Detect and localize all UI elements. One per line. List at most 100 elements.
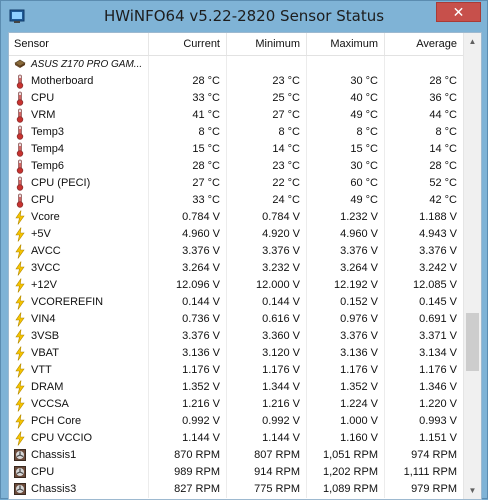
scroll-thumb[interactable] (466, 313, 479, 371)
column-header-average[interactable]: Average (385, 33, 464, 55)
average-value: 0.691 V (385, 311, 464, 328)
maximum-value: 12.192 V (307, 277, 385, 294)
current-value: 4.960 V (149, 226, 227, 243)
maximum-value: 3.136 V (307, 345, 385, 362)
column-header-maximum[interactable]: Maximum (307, 33, 385, 55)
maximum-value: 4.960 V (307, 226, 385, 243)
current-value: 12.096 V (149, 277, 227, 294)
average-value: 4.943 V (385, 226, 464, 243)
sensor-name: Temp3 (9, 124, 149, 141)
sensor-row[interactable]: Temp6 28 °C 23 °C 30 °C 28 °C (9, 158, 464, 175)
maximum-value: 1.232 V (307, 209, 385, 226)
window-title: HWiNFO64 v5.22-2820 Sensor Status (103, 7, 385, 25)
sensor-name: ASUS Z170 PRO GAM... (9, 56, 149, 73)
sensor-row[interactable]: CPU VCCIO 1.144 V 1.144 V 1.160 V 1.151 V (9, 430, 464, 447)
maximum-value: 30 °C (307, 73, 385, 90)
sensor-row[interactable]: Temp3 8 °C 8 °C 8 °C 8 °C (9, 124, 464, 141)
sensor-name: VBAT (9, 345, 149, 362)
current-value: 989 RPM (149, 464, 227, 481)
sensor-name: VRM (9, 107, 149, 124)
scroll-down-button[interactable]: ▼ (464, 482, 481, 499)
average-value: 28 °C (385, 158, 464, 175)
average-value: 28 °C (385, 73, 464, 90)
sensor-row[interactable]: +5V 4.960 V 4.920 V 4.960 V 4.943 V (9, 226, 464, 243)
current-value: 41 °C (149, 107, 227, 124)
title-bar[interactable]: HWiNFO64 v5.22-2820 Sensor Status ✕ (1, 1, 487, 31)
current-value: 870 RPM (149, 447, 227, 464)
sensor-row[interactable]: CPU 989 RPM 914 RPM 1,202 RPM 1,111 RPM (9, 464, 464, 481)
maximum-value: 3.376 V (307, 328, 385, 345)
sensor-name: Chassis1 (9, 447, 149, 464)
minimum-value (227, 56, 307, 73)
sensor-row[interactable]: VIN4 0.736 V 0.616 V 0.976 V 0.691 V (9, 311, 464, 328)
sensor-row[interactable]: VCOREREFIN 0.144 V 0.144 V 0.152 V 0.145 V (9, 294, 464, 311)
sensor-row[interactable]: 3VCC 3.264 V 3.232 V 3.264 V 3.242 V (9, 260, 464, 277)
column-header-minimum[interactable]: Minimum (227, 33, 307, 55)
sensor-row[interactable]: CPU (PECI) 27 °C 22 °C 60 °C 52 °C (9, 175, 464, 192)
average-value: 44 °C (385, 107, 464, 124)
average-value: 42 °C (385, 192, 464, 209)
minimum-value: 0.992 V (227, 413, 307, 430)
sensor-row[interactable]: Vcore 0.784 V 0.784 V 1.232 V 1.188 V (9, 209, 464, 226)
maximum-value: 1.224 V (307, 396, 385, 413)
average-value: 979 RPM (385, 481, 464, 498)
sensor-name: Temp6 (9, 158, 149, 175)
maximum-value: 40 °C (307, 90, 385, 107)
sensor-name: DRAM (9, 379, 149, 396)
sensor-name: CPU (9, 90, 149, 107)
minimum-value: 3.232 V (227, 260, 307, 277)
sensor-name: AVCC (9, 243, 149, 260)
current-value: 33 °C (149, 90, 227, 107)
average-value: 3.371 V (385, 328, 464, 345)
sensor-row[interactable]: Temp4 15 °C 14 °C 15 °C 14 °C (9, 141, 464, 158)
close-button[interactable]: ✕ (436, 2, 481, 22)
minimum-value: 3.376 V (227, 243, 307, 260)
sensor-name: +12V (9, 277, 149, 294)
sensor-row[interactable]: VBAT 3.136 V 3.120 V 3.136 V 3.134 V (9, 345, 464, 362)
minimum-value: 22 °C (227, 175, 307, 192)
sensor-row[interactable]: AVCC 3.376 V 3.376 V 3.376 V 3.376 V (9, 243, 464, 260)
minimum-value: 12.000 V (227, 277, 307, 294)
maximum-value: 49 °C (307, 107, 385, 124)
sensor-name: VCOREREFIN (9, 294, 149, 311)
maximum-value: 49 °C (307, 192, 385, 209)
sensor-row[interactable]: VCCSA 1.216 V 1.216 V 1.224 V 1.220 V (9, 396, 464, 413)
sensor-row[interactable]: CPU 33 °C 24 °C 49 °C 42 °C (9, 192, 464, 209)
average-value: 3.242 V (385, 260, 464, 277)
sensor-name: VCCSA (9, 396, 149, 413)
current-value: 15 °C (149, 141, 227, 158)
sensor-row[interactable]: VRM 41 °C 27 °C 49 °C 44 °C (9, 107, 464, 124)
sensor-row[interactable]: DRAM 1.352 V 1.344 V 1.352 V 1.346 V (9, 379, 464, 396)
sensor-row[interactable]: Chassis3 827 RPM 775 RPM 1,089 RPM 979 RPM (9, 481, 464, 498)
column-header-sensor[interactable]: Sensor (9, 33, 149, 55)
minimum-value: 27 °C (227, 107, 307, 124)
average-value: 1.176 V (385, 362, 464, 379)
sensor-row[interactable]: VTT 1.176 V 1.176 V 1.176 V 1.176 V (9, 362, 464, 379)
average-value: 52 °C (385, 175, 464, 192)
sensor-row[interactable]: CPU 33 °C 25 °C 40 °C 36 °C (9, 90, 464, 107)
scroll-up-button[interactable]: ▲ (464, 33, 481, 50)
current-value: 3.376 V (149, 243, 227, 260)
current-value: 1.144 V (149, 430, 227, 447)
sensor-row[interactable]: Chassis1 870 RPM 807 RPM 1,051 RPM 974 RPM (9, 447, 464, 464)
sensor-row[interactable]: 3VSB 3.376 V 3.360 V 3.376 V 3.371 V (9, 328, 464, 345)
minimum-value: 1.144 V (227, 430, 307, 447)
column-header-current[interactable]: Current (149, 33, 227, 55)
sensor-name: +5V (9, 226, 149, 243)
vertical-scrollbar[interactable]: ▲ ▼ (463, 33, 481, 499)
minimum-value: 0.144 V (227, 294, 307, 311)
sensor-row[interactable]: +12V 12.096 V 12.000 V 12.192 V 12.085 V (9, 277, 464, 294)
sensor-row[interactable]: Motherboard 28 °C 23 °C 30 °C 28 °C (9, 73, 464, 90)
sensor-group-row[interactable]: ASUS Z170 PRO GAM... (9, 56, 464, 73)
maximum-value: 8 °C (307, 124, 385, 141)
maximum-value: 1,202 RPM (307, 464, 385, 481)
average-value: 0.993 V (385, 413, 464, 430)
minimum-value: 23 °C (227, 73, 307, 90)
sensor-row[interactable]: PCH Core 0.992 V 0.992 V 1.000 V 0.993 V (9, 413, 464, 430)
minimum-value: 23 °C (227, 158, 307, 175)
maximum-value: 0.976 V (307, 311, 385, 328)
sensor-name: Vcore (9, 209, 149, 226)
current-value: 3.376 V (149, 328, 227, 345)
current-value: 827 RPM (149, 481, 227, 498)
current-value: 0.144 V (149, 294, 227, 311)
